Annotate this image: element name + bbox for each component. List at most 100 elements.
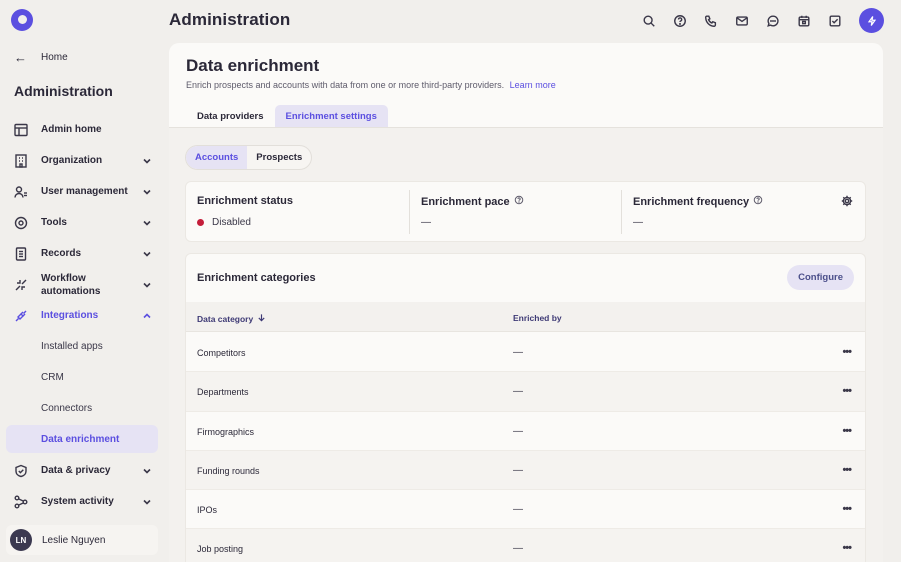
column-header-data-category[interactable]: Data category — [197, 313, 266, 324]
pace-section: Enrichment pace — — [421, 182, 621, 243]
frequency-header: Enrichment frequency — [633, 195, 763, 208]
gear-icon[interactable] — [841, 195, 853, 207]
sidebar-item-workflow-automations[interactable]: Workflow automations — [6, 269, 158, 300]
more-options-icon[interactable]: ••• — [842, 425, 852, 437]
sidebar-subitem-crm[interactable]: CRM — [6, 362, 158, 393]
sidebar-item-label: User management — [41, 186, 128, 197]
workflow-icon — [14, 278, 28, 292]
chevron-down-icon — [142, 156, 152, 166]
arrow-left-icon: ← — [14, 50, 27, 65]
more-options-icon[interactable]: ••• — [842, 346, 852, 358]
table-row: Job posting — ••• — [186, 529, 865, 562]
calendar-icon[interactable] — [788, 9, 819, 33]
status-value: Disabled — [197, 217, 251, 228]
app-logo[interactable] — [11, 9, 33, 31]
sidebar-item-integrations[interactable]: Integrations — [6, 300, 158, 331]
more-options-icon[interactable]: ••• — [842, 385, 852, 397]
top-toolbar — [633, 8, 884, 33]
page-title: Data enrichment — [186, 56, 320, 75]
sidebar-subitem-data-enrichment[interactable]: Data enrichment — [6, 425, 158, 453]
settings-body: Accounts Prospects Enrichment status Dis… — [169, 128, 883, 562]
frequency-value: — — [633, 217, 643, 228]
users-icon — [14, 185, 28, 199]
records-icon — [14, 246, 28, 261]
enrichment-categories-card: Enrichment categories Configure Data cat… — [185, 253, 866, 562]
help-icon[interactable] — [664, 9, 695, 33]
tab-data-providers[interactable]: Data providers — [186, 105, 275, 128]
row-enriched-by: — — [513, 464, 523, 476]
chevron-down-icon — [142, 218, 152, 228]
segment-prospects[interactable]: Prospects — [247, 146, 311, 169]
chevron-down-icon — [142, 497, 152, 507]
row-enriched-by: — — [513, 347, 523, 358]
table-row: Competitors — ••• — [186, 333, 865, 373]
row-category: Job posting — [197, 544, 244, 555]
row-enriched-by: — — [513, 543, 523, 555]
main-panel: Data enrichment Enrich prospects and acc… — [169, 43, 883, 562]
phone-icon[interactable] — [695, 9, 726, 33]
divider — [621, 190, 622, 234]
help-icon[interactable] — [753, 195, 763, 208]
pace-value: — — [421, 217, 431, 228]
status-value-text: Disabled — [212, 217, 251, 228]
table-header: Data category Enriched by — [186, 302, 865, 332]
configure-button[interactable]: Configure — [787, 265, 854, 290]
sidebar-item-tools[interactable]: Tools — [6, 207, 158, 238]
row-enriched-by: — — [513, 425, 523, 437]
building-icon — [14, 153, 28, 168]
more-options-icon[interactable]: ••• — [842, 542, 852, 554]
sidebar-item-admin-home[interactable]: Admin home — [6, 114, 158, 145]
chevron-up-icon — [142, 311, 152, 321]
user-profile[interactable]: LN Leslie Nguyen — [6, 525, 158, 555]
chat-icon[interactable] — [757, 9, 788, 33]
sidebar-item-label: Tools — [41, 217, 67, 228]
sidebar-item-user-management[interactable]: User management — [6, 176, 158, 207]
column-header-label: Data category — [197, 313, 254, 324]
status-section: Enrichment status Disabled — [197, 182, 407, 243]
row-enriched-by: — — [513, 386, 523, 398]
sidebar-subitem-connectors[interactable]: Connectors — [6, 393, 158, 424]
frequency-section: Enrichment frequency — — [633, 182, 833, 243]
sidebar-item-records[interactable]: Records — [6, 238, 158, 269]
sidebar-item-system-activity[interactable]: System activity — [6, 486, 158, 517]
sidebar-item-label: Organization — [41, 155, 103, 166]
more-options-icon[interactable]: ••• — [842, 464, 852, 476]
row-category: Departments — [197, 387, 249, 398]
table-row: Firmographics — ••• — [186, 412, 865, 451]
bolt-icon[interactable] — [859, 8, 884, 33]
shield-icon — [14, 464, 28, 478]
tools-icon — [14, 216, 28, 230]
help-icon[interactable] — [514, 195, 524, 208]
sidebar-subitem-installed-apps[interactable]: Installed apps — [6, 331, 158, 362]
more-options-icon[interactable]: ••• — [842, 503, 852, 515]
sidebar-item-label: System activity — [41, 496, 114, 507]
sidebar-item-label: Records — [41, 248, 82, 259]
sidebar-item-label: Data & privacy — [41, 465, 111, 476]
chevron-down-icon — [142, 466, 152, 476]
tasks-icon[interactable] — [819, 9, 850, 33]
mail-icon[interactable] — [726, 9, 757, 33]
divider — [409, 190, 410, 234]
sidebar-item-data-privacy[interactable]: Data & privacy — [6, 455, 158, 486]
sidebar-title: Administration — [14, 83, 113, 99]
layout-icon — [14, 123, 28, 137]
pace-header: Enrichment pace — [421, 195, 524, 208]
page-subtitle: Enrich prospects and accounts with data … — [186, 80, 556, 90]
search-icon[interactable] — [633, 9, 664, 33]
user-name: Leslie Nguyen — [42, 534, 106, 546]
categories-table-body: Competitors — ••• Departments — ••• Firm… — [186, 333, 865, 562]
learn-more-link[interactable]: Learn more — [510, 80, 556, 90]
row-category: Funding rounds — [197, 465, 260, 476]
enrichment-status-card: Enrichment status Disabled Enrichment pa… — [185, 181, 866, 242]
chevron-down-icon — [142, 249, 152, 259]
row-category: Firmographics — [197, 426, 255, 437]
sidebar-item-organization[interactable]: Organization — [6, 145, 158, 176]
tab-enrichment-settings[interactable]: Enrichment settings — [274, 105, 388, 128]
segment-accounts[interactable]: Accounts — [186, 146, 248, 169]
chevron-down-icon — [142, 187, 152, 197]
back-home-link[interactable]: ← Home — [14, 50, 68, 65]
categories-title: Enrichment categories — [197, 272, 316, 284]
avatar: LN — [10, 529, 32, 551]
sidebar-item-label: Workflow automations — [41, 272, 101, 297]
sidebar: ← Home Administration Admin home Organiz… — [0, 42, 165, 562]
